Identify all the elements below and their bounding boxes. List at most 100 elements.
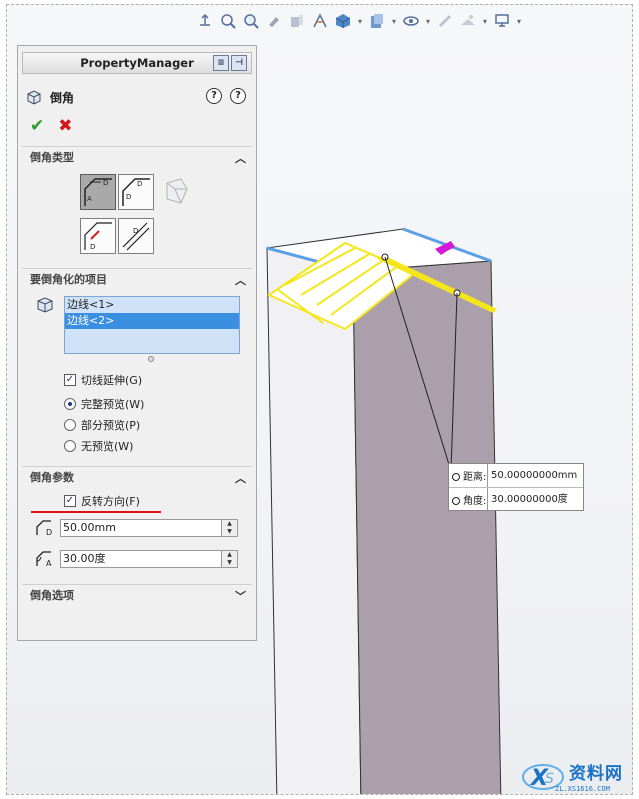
ok-checkmark-icon[interactable]: ✔: [30, 116, 44, 136]
confirm-row: ✔ ✖: [30, 116, 73, 136]
angle-value: 30.00度: [63, 552, 106, 565]
dropdown-arrow-icon[interactable]: ▾: [424, 11, 432, 31]
callout-distance-row[interactable]: 距离: 50.00000000mm: [449, 464, 583, 487]
detail-preview-icon[interactable]: ≡: [213, 55, 229, 71]
partial-preview-label: 部分预览(P): [81, 419, 141, 432]
watermark-text: 资料网: [569, 764, 623, 784]
face-face-icon: D: [122, 222, 150, 251]
view-cube-icon[interactable]: [333, 11, 353, 31]
checkbox-checked-icon: ✓: [64, 495, 76, 507]
no-preview-radio[interactable]: 无预览(W): [64, 438, 133, 454]
reverse-direction-label: 反转方向(F): [81, 495, 140, 508]
svg-text:D: D: [90, 243, 95, 251]
section-params-title: 倒角参数: [30, 470, 74, 484]
full-preview-radio[interactable]: 完整预览(W): [64, 396, 144, 412]
cancel-x-icon[interactable]: ✖: [58, 116, 72, 136]
chevron-up-icon[interactable]: ︿: [235, 470, 246, 486]
checkbox-checked-icon: ✓: [64, 374, 76, 386]
svg-text:D: D: [137, 180, 142, 188]
section-items-title: 要倒角化的项目: [30, 272, 107, 286]
dynamic-annotation-icon[interactable]: [310, 11, 330, 31]
svg-text:D: D: [103, 179, 108, 187]
list-resize-handle[interactable]: [148, 356, 154, 362]
property-manager-tab[interactable]: PropertyManager ≡ ⊣: [22, 52, 252, 74]
offset-face-icon: D: [84, 222, 112, 251]
chamfer-feature-icon: [27, 90, 41, 105]
chamfer-type-offset-face-button[interactable]: D: [80, 218, 116, 254]
edit-appearance-icon[interactable]: [435, 11, 455, 31]
apply-scene-icon[interactable]: [458, 11, 478, 31]
pin-icon[interactable]: ⊣: [231, 55, 247, 71]
graphics-area[interactable]: ▾ ▾ ▾ ▾ ▾ PropertyManager ≡ ⊣ 倒角 ? ? ✔ ✖…: [6, 4, 633, 795]
section-options-title: 倒角选项: [30, 588, 74, 602]
svg-text:A: A: [87, 195, 92, 203]
previous-view-icon[interactable]: [264, 11, 284, 31]
hide-show-icon[interactable]: [401, 11, 421, 31]
section-chamfer-options[interactable]: 倒角选项 ﹀: [22, 584, 252, 604]
chamfer-type-distance-distance-button[interactable]: DD: [118, 174, 154, 210]
radio-unselected-icon: [64, 440, 76, 452]
dropdown-arrow-icon[interactable]: ▾: [515, 11, 523, 31]
distance-icon: D: [34, 518, 54, 538]
section-chamfer-type[interactable]: 倒角类型 ︿: [22, 146, 252, 166]
vertex-chamfer-icon: [166, 178, 188, 204]
angle-icon: A: [34, 549, 54, 569]
part-side-face[interactable]: [352, 260, 502, 795]
chevron-down-icon[interactable]: ﹀: [235, 588, 246, 604]
whats-wrong-help-icon[interactable]: ?: [206, 88, 222, 104]
chamfer-type-angle-distance-button[interactable]: D A: [80, 174, 116, 210]
svg-text:S: S: [545, 771, 554, 787]
radio-unselected-icon: [64, 419, 76, 431]
view-orientation-icon[interactable]: [195, 11, 215, 31]
tangent-propagation-checkbox[interactable]: ✓ 切线延伸(G): [64, 372, 142, 388]
help-icon[interactable]: ?: [230, 88, 246, 104]
svg-text:D: D: [46, 528, 52, 537]
heads-up-view-toolbar: ▾ ▾ ▾ ▾ ▾: [195, 9, 615, 33]
monitor-icon[interactable]: [492, 11, 512, 31]
chamfer-type-vertex-button[interactable]: [158, 174, 194, 210]
chevron-up-icon[interactable]: ︿: [235, 272, 246, 288]
dropdown-arrow-icon[interactable]: ▾: [481, 11, 489, 31]
tangent-propagation-label: 切线延伸(G): [81, 374, 143, 387]
svg-text:D: D: [133, 227, 138, 235]
watermark: X S 资料网 ZL.XS1616.COM: [519, 753, 632, 794]
edge-selection-icon: [37, 297, 53, 313]
distance-value: 50.00mm: [63, 521, 116, 534]
dimension-callout[interactable]: 距离: 50.00000000mm 角度: 30.00000000度: [448, 463, 584, 511]
feature-title: 倒角: [50, 90, 75, 105]
angle-distance-icon: D A: [84, 178, 112, 206]
section-items-to-chamfer[interactable]: 要倒角化的项目 ︿: [22, 268, 252, 288]
angle-row: A 30.00度 ▲ ▼: [34, 549, 238, 569]
chevron-up-icon[interactable]: ︿: [235, 150, 246, 166]
callout-angle-label: 角度:: [449, 492, 487, 507]
dropdown-arrow-icon[interactable]: ▾: [390, 11, 398, 31]
list-item[interactable]: 边线<1>: [65, 297, 239, 313]
callout-angle-row[interactable]: 角度: 30.00000000度: [449, 488, 583, 511]
watermark-sub: ZL.XS1616.COM: [555, 785, 610, 793]
svg-text:A: A: [46, 559, 52, 568]
reverse-direction-checkbox[interactable]: ✓ 反转方向(F): [64, 493, 140, 509]
callout-distance-label: 距离:: [449, 468, 487, 483]
radio-selected-icon: [64, 398, 76, 410]
angle-input[interactable]: 30.00度 ▲ ▼: [60, 550, 238, 568]
chamfer-type-face-face-button[interactable]: D: [118, 218, 154, 254]
selected-edges-list[interactable]: 边线<1> 边线<2>: [64, 296, 240, 354]
partial-preview-radio[interactable]: 部分预览(P): [64, 417, 140, 433]
zoom-to-fit-icon[interactable]: [218, 11, 238, 31]
angle-spinner[interactable]: ▲ ▼: [221, 551, 237, 567]
no-preview-label: 无预览(W): [81, 440, 134, 453]
distance-input[interactable]: 50.00mm ▲ ▼: [60, 519, 238, 537]
section-view-icon[interactable]: [287, 11, 307, 31]
callout-distance-value[interactable]: 50.00000000mm: [487, 464, 583, 487]
part-front-face[interactable]: [266, 247, 362, 795]
list-item[interactable]: 边线<2>: [65, 313, 239, 329]
section-chamfer-parameters[interactable]: 倒角参数 ︿: [22, 466, 252, 486]
zoom-area-icon[interactable]: [241, 11, 261, 31]
dropdown-arrow-icon[interactable]: ▾: [356, 11, 364, 31]
display-style-icon[interactable]: [367, 11, 387, 31]
full-preview-label: 完整预览(W): [81, 398, 145, 411]
distance-spinner[interactable]: ▲ ▼: [221, 520, 237, 536]
callout-angle-value[interactable]: 30.00000000度: [487, 488, 583, 511]
property-manager-panel: PropertyManager ≡ ⊣ 倒角 ? ? ✔ ✖ 倒角类型 ︿ D …: [17, 45, 257, 641]
section-chamfer-type-title: 倒角类型: [30, 150, 74, 164]
